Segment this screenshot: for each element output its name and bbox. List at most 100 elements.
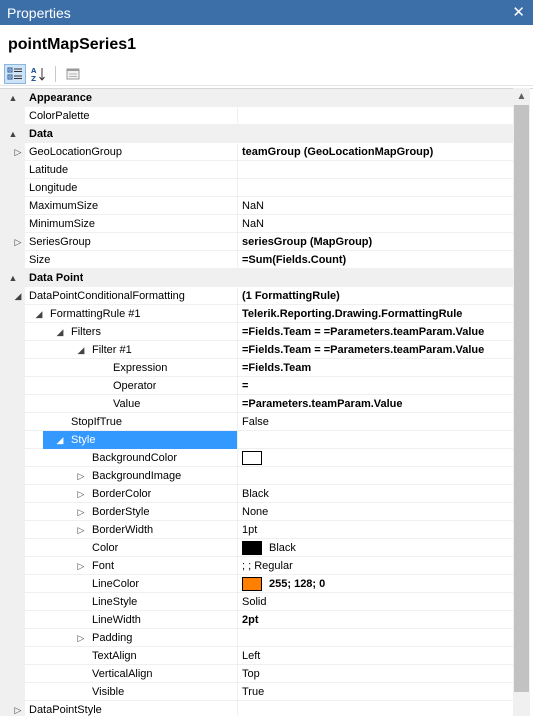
property-value[interactable]: 2pt (242, 611, 510, 629)
property-row[interactable]: ▷ Font ; ; Regular (0, 557, 513, 575)
close-icon[interactable]: ✕ (512, 5, 525, 20)
row-margin (0, 575, 25, 593)
property-value[interactable]: =Sum(Fields.Count) (242, 251, 510, 269)
property-row[interactable]: ▷ Padding (0, 629, 513, 647)
alphabetical-view-button[interactable]: A Z (27, 64, 49, 84)
collapse-arrow-icon[interactable]: ◢ (33, 306, 45, 322)
property-row[interactable]: VerticalAlign Top (0, 665, 513, 683)
property-row[interactable]: StopIfTrue False (0, 413, 513, 431)
property-name: MinimumSize (29, 218, 96, 230)
property-value[interactable] (242, 467, 510, 485)
property-value[interactable]: =Fields.Team (242, 359, 510, 377)
expand-arrow-icon[interactable]: ▷ (75, 468, 87, 484)
expand-arrow-icon[interactable]: ▷ (75, 486, 87, 502)
scroll-up-icon[interactable]: ▲ (513, 88, 530, 105)
property-value[interactable]: NaN (242, 215, 510, 233)
column-divider (237, 485, 238, 503)
property-row[interactable]: Size =Sum(Fields.Count) (0, 251, 513, 269)
property-value[interactable]: 255; 128; 0 (242, 575, 510, 593)
property-row[interactable]: ▷ BorderStyle None (0, 503, 513, 521)
expand-arrow-icon[interactable]: ▷ (75, 504, 87, 520)
property-row[interactable]: ▷ SeriesGroup seriesGroup (MapGroup) (0, 233, 513, 251)
property-row[interactable]: Latitude (0, 161, 513, 179)
property-value[interactable]: ; ; Regular (242, 557, 510, 575)
expand-arrow-icon[interactable]: ▷ (12, 702, 24, 716)
scroll-thumb[interactable] (514, 105, 529, 692)
categorized-icon (7, 67, 22, 79)
property-value[interactable]: (1 FormattingRule) (242, 287, 510, 305)
property-row[interactable]: ◢ FormattingRule #1 Telerik.Reporting.Draw… (0, 305, 513, 323)
expand-arrow-icon[interactable]: ▷ (75, 558, 87, 574)
property-row[interactable]: LineColor 255; 128; 0 (0, 575, 513, 593)
property-row[interactable]: TextAlign Left (0, 647, 513, 665)
property-row[interactable]: BackgroundColor (0, 449, 513, 467)
property-value[interactable]: None (242, 503, 510, 521)
property-row[interactable]: Expression =Fields.Team (0, 359, 513, 377)
property-row[interactable]: ▷ BackgroundImage (0, 467, 513, 485)
collapse-arrow-icon[interactable]: ◢ (54, 432, 66, 448)
property-name: LineWidth (92, 614, 141, 626)
property-row[interactable]: Color Black (0, 539, 513, 557)
property-value[interactable] (242, 701, 510, 716)
collapse-arrow-icon[interactable]: ◢ (75, 342, 87, 358)
row-margin (0, 611, 25, 629)
collapse-arrow-icon[interactable]: ▲ (7, 90, 19, 106)
property-row[interactable]: MinimumSize NaN (0, 215, 513, 233)
expand-arrow-icon[interactable]: ▷ (12, 234, 24, 250)
row-margin (0, 431, 25, 449)
vertical-scrollbar[interactable]: ▲ (513, 88, 530, 716)
property-row[interactable]: ◢ DataPointConditionalFormatting (1 Format… (0, 287, 513, 305)
property-value[interactable]: False (242, 413, 510, 431)
collapse-arrow-icon[interactable]: ◢ (54, 324, 66, 340)
property-row[interactable]: Style ◢ (0, 431, 513, 449)
expand-arrow-icon[interactable]: ▷ (75, 522, 87, 538)
property-row[interactable]: ▷ BorderColor Black (0, 485, 513, 503)
property-row[interactable]: ◢ Filter #1 =Fields.Team = =Parameters.tea… (0, 341, 513, 359)
property-value[interactable]: =Fields.Team = =Parameters.teamParam.Val… (242, 323, 510, 341)
category-row[interactable]: ▲ Data Point (0, 269, 513, 287)
property-value[interactable]: Telerik.Reporting.Drawing.FormattingRule (242, 305, 510, 323)
property-value[interactable]: =Parameters.teamParam.Value (242, 395, 510, 413)
collapse-arrow-icon[interactable]: ◢ (12, 288, 24, 304)
collapse-arrow-icon[interactable]: ▲ (7, 270, 19, 286)
property-row[interactable]: ▷ GeoLocationGroup teamGroup (GeoLocationM… (0, 143, 513, 161)
property-name: Value (113, 398, 141, 410)
property-value[interactable]: 1pt (242, 521, 510, 539)
property-value[interactable] (242, 449, 510, 467)
property-value[interactable]: =Fields.Team = =Parameters.teamParam.Val… (242, 341, 510, 359)
column-divider (237, 683, 238, 701)
property-row[interactable]: MaximumSize NaN (0, 197, 513, 215)
property-row[interactable]: Visible True (0, 683, 513, 701)
property-value[interactable]: Black (242, 485, 510, 503)
expand-arrow-icon[interactable]: ▷ (12, 144, 24, 160)
property-value[interactable]: Black (242, 539, 510, 557)
category-row[interactable]: ▲ Appearance (0, 89, 513, 107)
property-row[interactable]: Longitude (0, 179, 513, 197)
property-row[interactable]: ▷ BorderWidth 1pt (0, 521, 513, 539)
property-value[interactable] (242, 629, 510, 647)
property-row[interactable]: ▷ DataPointStyle (0, 701, 513, 716)
categorized-view-button[interactable] (4, 63, 26, 84)
property-value[interactable]: True (242, 683, 510, 701)
collapse-arrow-icon[interactable]: ▲ (7, 126, 19, 142)
property-value[interactable] (242, 107, 510, 125)
category-row[interactable]: ▲ Data (0, 125, 513, 143)
property-row[interactable]: LineWidth 2pt (0, 611, 513, 629)
property-value[interactable] (242, 161, 510, 179)
expand-arrow-icon[interactable]: ▷ (75, 630, 87, 646)
property-value[interactable]: Left (242, 647, 510, 665)
property-value[interactable]: Top (242, 665, 510, 683)
property-row[interactable]: Value =Parameters.teamParam.Value (0, 395, 513, 413)
property-row[interactable]: LineStyle Solid (0, 593, 513, 611)
property-row[interactable]: ColorPalette (0, 107, 513, 125)
property-value[interactable]: Solid (242, 593, 510, 611)
property-row[interactable]: ◢ Filters =Fields.Team = =Parameters.teamP… (0, 323, 513, 341)
property-row[interactable]: Operator = (0, 377, 513, 395)
property-value[interactable]: seriesGroup (MapGroup) (242, 233, 510, 251)
property-value[interactable] (242, 431, 510, 449)
property-value[interactable]: teamGroup (GeoLocationMapGroup) (242, 143, 510, 161)
property-value[interactable]: = (242, 377, 510, 395)
property-value[interactable] (242, 179, 510, 197)
property-pages-button[interactable] (62, 64, 84, 84)
property-value[interactable]: NaN (242, 197, 510, 215)
